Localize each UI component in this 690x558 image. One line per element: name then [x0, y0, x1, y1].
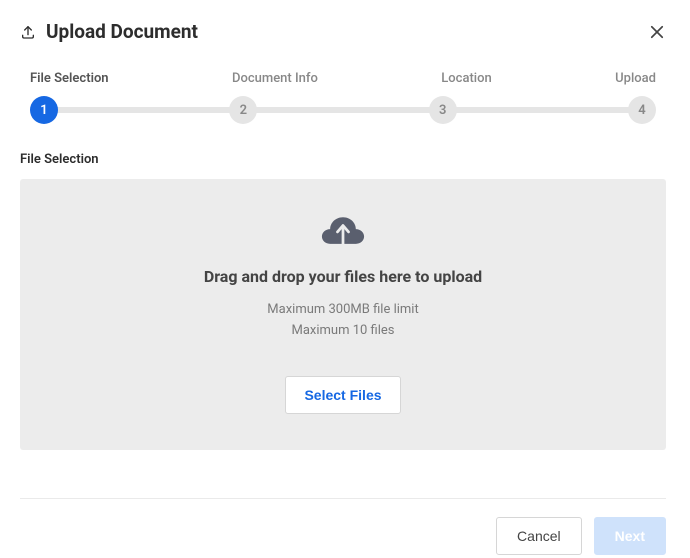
close-button[interactable] [648, 23, 666, 41]
cancel-button[interactable]: Cancel [496, 517, 582, 555]
dropzone-limit-count: Maximum 10 files [40, 321, 646, 342]
dropzone-heading: Drag and drop your files here to upload [40, 267, 646, 286]
step-label-location: Location [441, 71, 491, 86]
dialog-header: Upload Document [20, 20, 666, 43]
stepper: File Selection Document Info Location Up… [30, 71, 656, 124]
step-label-document-info: Document Info [232, 71, 318, 86]
step-circle-1[interactable]: 1 [30, 96, 58, 124]
next-button[interactable]: Next [594, 517, 666, 555]
step-circle-3[interactable]: 3 [429, 96, 457, 124]
dialog-footer: Cancel Next [20, 498, 666, 555]
dropzone-limit-size: Maximum 300MB file limit [40, 300, 646, 321]
step-track-wrap: 1 2 3 4 [30, 96, 656, 124]
section-label: File Selection [20, 152, 666, 167]
header-left: Upload Document [20, 20, 198, 43]
step-labels: File Selection Document Info Location Up… [30, 71, 656, 86]
step-label-file-selection: File Selection [30, 71, 109, 86]
dialog-title: Upload Document [46, 20, 198, 43]
cloud-upload-icon [321, 211, 365, 251]
step-circles: 1 2 3 4 [30, 96, 656, 124]
file-dropzone[interactable]: Drag and drop your files here to upload … [20, 179, 666, 450]
step-circle-2[interactable]: 2 [229, 96, 257, 124]
upload-icon [20, 24, 36, 40]
step-circle-4[interactable]: 4 [628, 96, 656, 124]
select-files-button[interactable]: Select Files [285, 376, 400, 414]
step-label-upload: Upload [615, 71, 656, 86]
